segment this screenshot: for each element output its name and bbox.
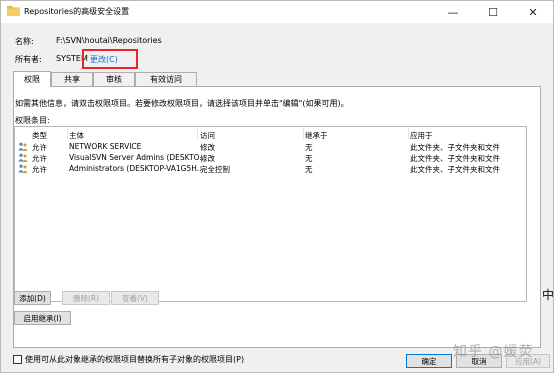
replace-child-permissions-label: 使用可从此对象继承的权限项目替换所有子对象的权限项目(P) xyxy=(25,355,245,364)
ime-indicator: 中 xyxy=(542,288,554,302)
column-divider[interactable] xyxy=(408,128,409,139)
user-group-icon xyxy=(18,153,28,162)
cell-type: 允许 xyxy=(32,165,47,174)
tab-bar: 权限 共享 审核 有效访问 xyxy=(13,71,541,87)
tab-effective-access[interactable]: 有效访问 xyxy=(135,72,197,86)
folder-icon xyxy=(7,6,20,16)
cell-principal: Administrators (DESKTOP-VA1G5H... xyxy=(69,164,204,173)
name-label: 名称: xyxy=(15,37,34,46)
cell-access: 完全控制 xyxy=(200,165,230,174)
add-button[interactable]: 添加(D) xyxy=(14,291,51,305)
security-settings-window: Repositories的高级安全设置 — ☐ ✕ 名称: F:\SVN\hou… xyxy=(0,0,554,373)
window-title: Repositories的高级安全设置 xyxy=(24,7,130,16)
column-header-access[interactable]: 访问 xyxy=(200,130,215,141)
column-header-principal[interactable]: 主体 xyxy=(69,130,84,141)
cell-principal: NETWORK SERVICE xyxy=(69,142,142,151)
table-row[interactable]: 允许 Administrators (DESKTOP-VA1G5H... 完全控… xyxy=(15,163,526,174)
highlight-box xyxy=(82,49,138,69)
enable-inheritance-button[interactable]: 启用继承(I) xyxy=(14,311,71,325)
close-button[interactable]: ✕ xyxy=(513,1,553,23)
column-divider[interactable] xyxy=(67,128,68,139)
column-header-type[interactable]: 类型 xyxy=(32,130,47,141)
permissions-table[interactable]: 类型 主体 访问 继承于 应用于 允许 NETWORK SERVICE 修改 无… xyxy=(14,126,527,302)
replace-child-permissions-checkbox[interactable] xyxy=(13,355,22,364)
tab-audit[interactable]: 审核 xyxy=(93,72,135,86)
user-group-icon xyxy=(18,164,28,173)
remove-button[interactable]: 删除(R) xyxy=(62,291,110,305)
column-header-inherited[interactable]: 继承于 xyxy=(305,130,328,141)
ok-button[interactable]: 确定 xyxy=(406,354,452,368)
entries-label: 权限条目: xyxy=(15,116,50,125)
cell-inherited: 无 xyxy=(305,165,313,174)
user-group-icon xyxy=(18,142,28,151)
table-row[interactable]: 允许 NETWORK SERVICE 修改 无 此文件夹、子文件夹和文件 xyxy=(15,141,526,152)
minimize-button[interactable]: — xyxy=(433,1,473,23)
cell-principal: VisualSVN Server Admins (DESKTO... xyxy=(69,153,207,162)
name-value: F:\SVN\houtai\Repositories xyxy=(56,36,162,45)
tab-permissions[interactable]: 权限 xyxy=(13,71,51,87)
dialog-content: 名称: F:\SVN\houtai\Repositories 所有者: SYST… xyxy=(1,23,553,372)
column-header-applies[interactable]: 应用于 xyxy=(410,130,433,141)
tab-share[interactable]: 共享 xyxy=(51,72,93,86)
column-divider[interactable] xyxy=(303,128,304,139)
title-bar: Repositories的高级安全设置 — ☐ ✕ xyxy=(1,1,553,23)
view-button[interactable]: 查看(V) xyxy=(111,291,159,305)
column-divider[interactable] xyxy=(197,128,198,139)
table-row[interactable]: 允许 VisualSVN Server Admins (DESKTO... 修改… xyxy=(15,152,526,163)
maximize-button[interactable]: ☐ xyxy=(473,1,513,23)
cell-applies: 此文件夹、子文件夹和文件 xyxy=(410,165,500,174)
watermark: 知乎 @媛荧 xyxy=(453,344,534,360)
instructions-text: 如需其他信息，请双击权限项目。若要修改权限项目，请选择该项目并单击"编辑"(如果… xyxy=(15,99,349,108)
owner-label: 所有者: xyxy=(15,55,42,64)
